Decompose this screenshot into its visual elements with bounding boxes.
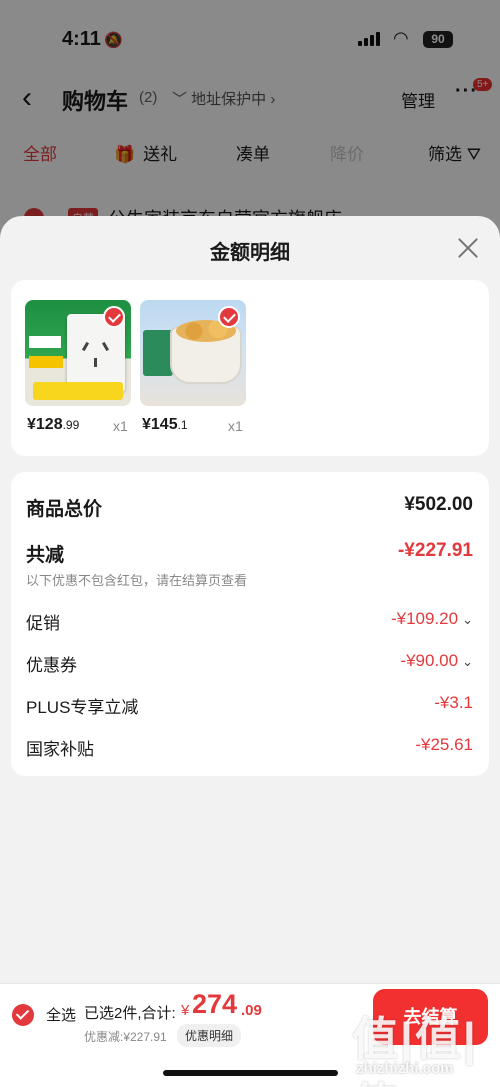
- price-detail-card: 商品总价 ¥502.00 共减 -¥227.91 以下优惠不包含红包，请在结算页…: [11, 472, 489, 776]
- brand-tag: [29, 336, 61, 348]
- promo-price-tag: [29, 356, 63, 368]
- promo-row[interactable]: -¥109.20 ⌄: [391, 609, 473, 629]
- total-price-label: 商品总价: [26, 499, 103, 520]
- product-price: ¥128.99: [27, 416, 79, 434]
- product-price-dec: .99: [62, 418, 80, 432]
- promo-strip: [33, 382, 123, 400]
- promo-label: 促销: [26, 614, 60, 633]
- hotpot-product-image: [140, 300, 246, 406]
- selected-check-icon[interactable]: [103, 306, 125, 328]
- reduce-note: 以下优惠不包含红包，请在结算页查看: [26, 573, 248, 588]
- product-item[interactable]: ¥128.99 x1: [25, 300, 131, 434]
- selected-check-icon[interactable]: [218, 306, 240, 328]
- total-price-value: ¥502.00: [404, 494, 473, 515]
- sheet-title: 金额明细: [210, 242, 290, 264]
- subsidy-label: 国家补贴: [26, 740, 94, 759]
- total-currency: ¥: [181, 1002, 190, 1019]
- discount-detail-button[interactable]: 优惠明细: [177, 1024, 242, 1047]
- socket-product-image: [25, 300, 131, 406]
- coupon-row[interactable]: -¥90.00 ⌄: [400, 651, 473, 671]
- total-amount-dec: .09: [241, 1002, 262, 1019]
- total-amount-int: 274: [192, 989, 238, 1019]
- product-quantity: x1: [228, 418, 243, 434]
- chevron-down-icon: ⌄: [462, 612, 473, 627]
- plus-discount-value: -¥3.1: [434, 693, 473, 712]
- total-reduce-label: 共减: [26, 545, 65, 566]
- home-indicator: [163, 1070, 338, 1076]
- product-item[interactable]: ¥145.1 x1: [140, 300, 246, 434]
- selected-count: 已选2件,合计:: [84, 1005, 176, 1022]
- product-price: ¥145.1: [142, 416, 188, 434]
- coupon-value: -¥90.00: [400, 651, 459, 670]
- chevron-down-icon: ⌄: [462, 654, 473, 669]
- plus-discount-label: PLUS专享立减: [26, 698, 139, 717]
- product-quantity: x1: [113, 418, 128, 434]
- close-icon[interactable]: [452, 232, 484, 264]
- promo-value: -¥109.20: [390, 609, 459, 628]
- subsidy-value: -¥25.61: [415, 735, 473, 754]
- watermark-url: zhizhizhi.com: [356, 1060, 454, 1077]
- product-price-dec: .1: [177, 418, 188, 432]
- promo-label: [143, 330, 173, 376]
- select-all-checkbox[interactable]: [12, 1004, 34, 1026]
- products-card: ¥128.99 x1 ¥145.1 x1: [11, 280, 489, 456]
- select-all-label[interactable]: 全选: [46, 1004, 76, 1025]
- discount-summary: 优惠减:¥227.91: [84, 1030, 167, 1044]
- product-price-int: ¥145: [142, 416, 178, 433]
- total-reduce-value: -¥227.91: [397, 540, 473, 561]
- amount-detail-sheet: 金额明细 ¥128.99 x1 ¥145.1 x1 商品总价 ¥502.00 共…: [0, 216, 500, 1087]
- coupon-label: 优惠券: [26, 656, 77, 675]
- product-price-int: ¥128: [27, 416, 63, 433]
